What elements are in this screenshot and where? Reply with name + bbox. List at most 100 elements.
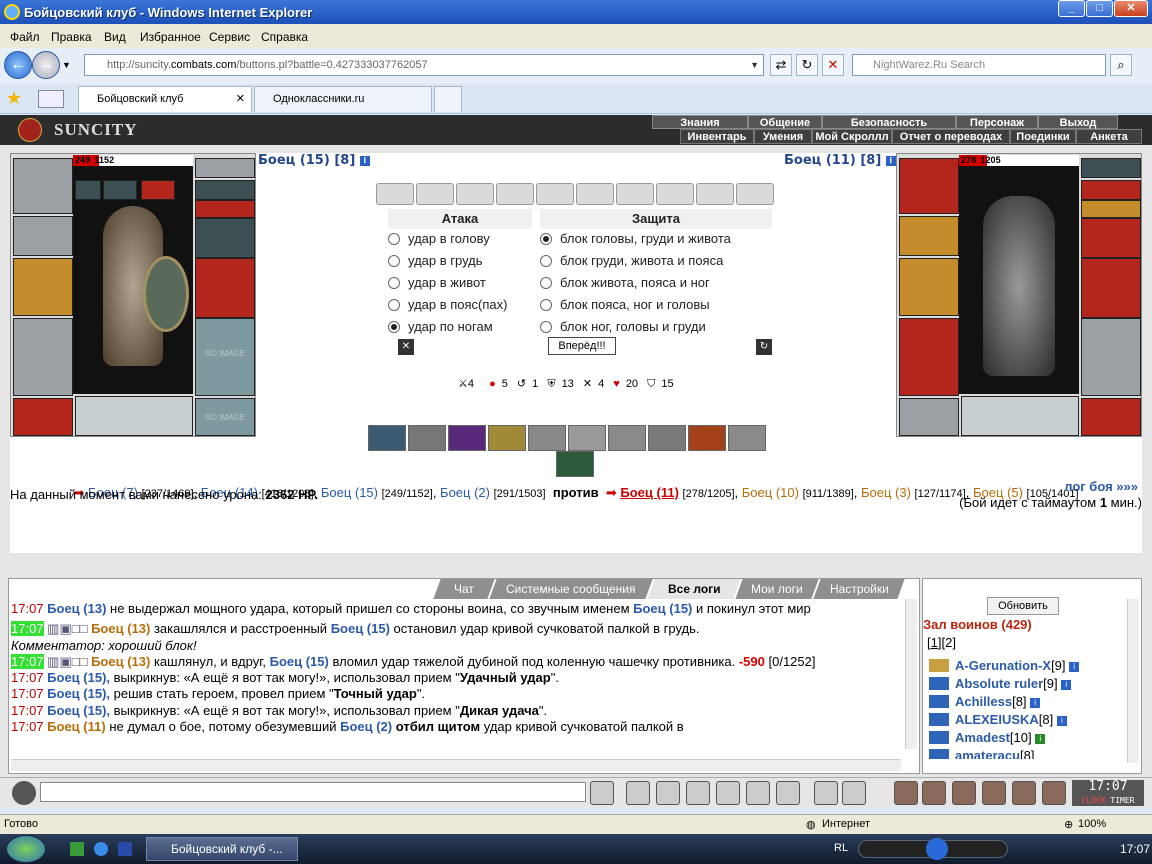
attack-stomach-option[interactable]: удар в живот: [388, 273, 486, 293]
go-forward-button[interactable]: Вперёд!!!: [548, 337, 616, 355]
room-user[interactable]: ALEXEIUSKA[8] i: [929, 711, 1067, 729]
close-window-button[interactable]: ✕: [1114, 0, 1148, 17]
chat-settings-icon[interactable]: [842, 781, 866, 805]
menu-favorites[interactable]: Избранное: [140, 30, 201, 44]
refresh-icon[interactable]: ↻: [796, 54, 818, 76]
room-user[interactable]: amateracu[8]: [929, 747, 1035, 759]
chat-mode-icon[interactable]: [12, 781, 36, 805]
scroll-slot[interactable]: [616, 183, 654, 205]
menu-character[interactable]: Персонаж: [956, 115, 1038, 129]
trick-icon[interactable]: [448, 425, 486, 451]
info-icon[interactable]: i: [1069, 662, 1080, 672]
scroll-slot[interactable]: [376, 183, 414, 205]
bracers-slot[interactable]: [899, 216, 959, 256]
menu-my-scroll[interactable]: Мой Скроллл: [812, 129, 892, 144]
earrings-slot[interactable]: [195, 158, 255, 178]
quicklaunch-icon[interactable]: [70, 842, 84, 856]
info-icon[interactable]: i: [1061, 680, 1072, 690]
menu-inventory[interactable]: Инвентарь: [680, 129, 754, 144]
shield-slot[interactable]: [195, 258, 255, 318]
effect-icon[interactable]: [141, 180, 175, 200]
amulet-slot[interactable]: [1081, 180, 1141, 200]
search-icon[interactable]: ⌕: [1110, 54, 1132, 76]
quicklaunch-ie-icon[interactable]: [94, 842, 108, 856]
helmet-slot[interactable]: [13, 158, 73, 214]
gloves-slot[interactable]: [1081, 218, 1141, 258]
defense-option-2[interactable]: блок груди, живота и пояса: [540, 251, 723, 271]
address-bar[interactable]: http://suncity.combats.com/buttons.pl?ba…: [84, 54, 764, 76]
empty-slot-boots[interactable]: NO IMAGE: [195, 398, 255, 436]
trick-icon[interactable]: [488, 425, 526, 451]
action-icon[interactable]: [982, 781, 1006, 805]
menu-profile[interactable]: Анкета: [1076, 129, 1142, 144]
scroll-slot[interactable]: [536, 183, 574, 205]
room-user[interactable]: Absolute ruler[9] i: [929, 675, 1072, 693]
action-icon[interactable]: [1012, 781, 1036, 805]
trick-icon[interactable]: [568, 425, 606, 451]
team2-fighter-target[interactable]: Боец (11): [620, 485, 679, 500]
right-fighter-name[interactable]: Боец (11) [8] i: [784, 153, 896, 168]
tab-odnoklassniki[interactable]: Одноклассники.ru: [254, 86, 432, 112]
minimize-button[interactable]: _: [1058, 0, 1085, 17]
empty-slot-legs[interactable]: NO IMAGE: [195, 318, 255, 396]
belt-slot[interactable]: [899, 398, 959, 436]
armor-slot[interactable]: [899, 318, 959, 396]
armor-slot[interactable]: [13, 318, 73, 396]
trick-icon[interactable]: [528, 425, 566, 451]
battle-log-link[interactable]: лог боя »»»: [1064, 479, 1138, 494]
tab-close-icon[interactable]: ✕: [236, 87, 245, 111]
translit-icon[interactable]: [746, 781, 770, 805]
helmet-slot[interactable]: [899, 158, 959, 214]
radio-defense-4[interactable]: [540, 299, 552, 311]
scroll-slot[interactable]: [416, 183, 454, 205]
menu-battles[interactable]: Поединки: [1010, 129, 1076, 144]
smiley-icon[interactable]: [814, 781, 838, 805]
chat-scrollbar[interactable]: [905, 599, 917, 749]
effect-icon[interactable]: [103, 180, 137, 200]
team2-fighter[interactable]: Боец (3): [861, 485, 911, 500]
tab-settings[interactable]: Настройки: [813, 579, 905, 599]
zoom-icon[interactable]: ⊕: [1064, 818, 1073, 831]
radio-defense-5[interactable]: [540, 321, 552, 333]
trick-icon[interactable]: [368, 425, 406, 451]
action-icon[interactable]: [894, 781, 918, 805]
eraser-icon[interactable]: [626, 781, 650, 805]
radio-defense-1[interactable]: [540, 233, 552, 245]
attack-head-option[interactable]: удар в голову: [388, 229, 490, 249]
menu-communication[interactable]: Общение: [748, 115, 822, 129]
trick-icon[interactable]: [408, 425, 446, 451]
weapon-slot[interactable]: [13, 258, 73, 316]
radio-attack-head[interactable]: [388, 233, 400, 245]
menu-transfer-report[interactable]: Отчет о переводах: [892, 129, 1010, 144]
page-1-link[interactable]: 1: [931, 635, 938, 650]
rings-slot[interactable]: [1081, 200, 1141, 218]
quicklaunch-icon[interactable]: [118, 842, 132, 856]
earrings-slot[interactable]: [1081, 158, 1141, 178]
walk-icon[interactable]: [716, 781, 740, 805]
history-dropdown-icon[interactable]: ▼: [62, 60, 71, 70]
address-dropdown-icon[interactable]: ▼: [750, 55, 759, 75]
trick-icon[interactable]: [688, 425, 726, 451]
tab-my-logs[interactable]: Мои логи: [735, 579, 819, 599]
scroll-slot[interactable]: [656, 183, 694, 205]
refresh-battle-icon[interactable]: ↻: [756, 339, 772, 355]
team1-fighter[interactable]: Боец (2): [440, 485, 490, 500]
amulet-slot[interactable]: [195, 180, 255, 200]
attack-legs-option[interactable]: удар по ногам: [388, 317, 493, 337]
favorites-star-icon[interactable]: ★: [6, 88, 22, 109]
action-icon[interactable]: [922, 781, 946, 805]
belt-slot[interactable]: [13, 398, 73, 436]
menu-skills[interactable]: Умения: [754, 129, 812, 144]
start-button[interactable]: [6, 835, 46, 863]
chat-input[interactable]: [40, 782, 586, 802]
trick-icon[interactable]: [608, 425, 646, 451]
menu-view[interactable]: Вид: [104, 30, 126, 44]
scroll-slot[interactable]: [736, 183, 774, 205]
radio-attack-legs[interactable]: [388, 321, 400, 333]
zoom-level[interactable]: 100%: [1078, 818, 1106, 830]
info-icon[interactable]: i: [1030, 698, 1041, 708]
defense-option-4[interactable]: блок пояса, ног и головы: [540, 295, 710, 315]
tab-all-logs[interactable]: Все логи: [647, 579, 741, 599]
radio-attack-chest[interactable]: [388, 255, 400, 267]
play-icon[interactable]: [926, 838, 948, 860]
